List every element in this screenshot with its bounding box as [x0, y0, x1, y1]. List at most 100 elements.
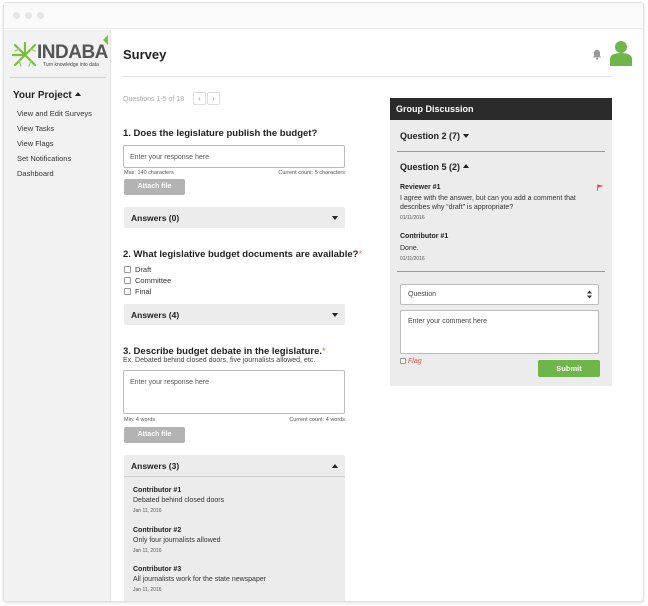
indaba-logo: INDABA Turn knowledge into data — [12, 42, 108, 72]
flag-checkbox[interactable]: Flag — [400, 358, 422, 365]
question-3-hint: Ex. Debated behind closed doors, five jo… — [123, 357, 316, 364]
answer-author: Contributor #1 — [133, 487, 182, 494]
question-3-limit: Min: 4 words — [124, 417, 156, 423]
list-item: Contributor #3 All journalists work for … — [133, 566, 266, 593]
flag-label: Flag — [408, 358, 422, 365]
brand-name: INDABA — [37, 42, 108, 63]
flag-icon[interactable] — [597, 184, 604, 191]
question-3-attach-button[interactable]: Attach file — [124, 427, 185, 443]
question-1-attach-button[interactable]: Attach file — [124, 179, 185, 195]
comment-author: Contributor #1 — [400, 233, 449, 240]
question-1-answers-toggle[interactable]: Answers (0) — [124, 207, 345, 228]
select-arrows-icon — [587, 290, 592, 299]
question-3-response-input[interactable]: Enter your response here — [123, 370, 345, 414]
sidebar-item-view-edit-surveys[interactable]: View and Edit Surveys — [17, 109, 92, 124]
checkbox-icon[interactable] — [400, 358, 406, 364]
list-item: Contributor #1 Debated behind closed doo… — [133, 487, 224, 514]
answer-date: Jan 11, 2016 — [133, 508, 162, 514]
checkbox-icon[interactable] — [124, 266, 131, 273]
pager-next-button[interactable]: › — [207, 92, 220, 105]
page-title: Survey — [123, 47, 167, 62]
window-titlebar — [4, 3, 643, 29]
question-2-title: 2. What legislative budget documents are… — [123, 249, 362, 260]
app-window: INDABA Turn knowledge into data Your Pro… — [3, 2, 644, 602]
sidebar-item-view-tasks[interactable]: View Tasks — [17, 124, 92, 139]
list-item: Contributor #2 Only four journalists all… — [133, 527, 221, 554]
sidebar-item-dashboard[interactable]: Dashboard — [17, 169, 92, 184]
answer-text: All journalists work for the state newsp… — [133, 576, 267, 583]
question-2-title-text: 2. What legislative budget documents are… — [123, 249, 359, 260]
group-discussion-panel: Group Discussion Question 2 (7) Question… — [390, 98, 612, 386]
option-final[interactable]: Final — [124, 287, 151, 296]
comment-text: I agree with the answer, but can you add… — [400, 195, 576, 211]
comment-text: Done. — [400, 245, 419, 252]
chevron-down-icon — [332, 313, 338, 317]
divider — [397, 151, 605, 152]
question-2-answers-label: Answers (4) — [131, 310, 180, 320]
answer-author: Contributor #3 — [133, 566, 182, 573]
option-final-label: Final — [135, 287, 152, 296]
question-select[interactable]: Question — [400, 284, 599, 305]
question-pager-label: Questions 1-5 of 18 — [123, 96, 185, 103]
option-committee-label: Committee — [135, 276, 172, 285]
chevron-down-icon — [332, 216, 338, 220]
checkbox-icon[interactable] — [124, 277, 131, 284]
sidebar-item-view-flags[interactable]: View Flags — [17, 139, 92, 154]
question-3-answers-list: Contributor #1 Debated behind closed doo… — [124, 476, 345, 601]
user-avatar-icon[interactable] — [610, 40, 632, 66]
question-1-title: 1. Does the legislature publish the budg… — [123, 128, 318, 139]
divider — [397, 271, 605, 272]
answer-text: Only four journalists allowed — [133, 537, 221, 544]
question-1-answers-label: Answers (0) — [131, 213, 180, 223]
answer-author: Contributor #2 — [133, 527, 182, 534]
bell-icon[interactable] — [592, 49, 602, 60]
question-1-response-input[interactable]: Enter your response here — [123, 145, 345, 168]
submit-button[interactable]: Submit — [538, 360, 600, 377]
question-2-answers-toggle[interactable]: Answers (4) — [124, 304, 345, 325]
answer-text: Debated behind closed doors — [133, 497, 225, 504]
sidebar-divider — [10, 77, 106, 78]
brand-tagline: Turn knowledge into data — [43, 62, 99, 68]
caret-up-icon — [74, 92, 81, 96]
question-1-placeholder: Enter your response here — [130, 154, 209, 161]
header-divider — [122, 76, 612, 77]
question-3-answers-label: Answers (3) — [131, 461, 180, 471]
comment-input[interactable]: Enter your comment here — [400, 310, 599, 354]
discussion-section-question-2[interactable]: Question 2 (7) — [400, 131, 470, 141]
required-marker: * — [358, 249, 363, 260]
pager-prev-button[interactable]: ‹ — [193, 92, 206, 105]
comment-date: 01/11/2016 — [400, 215, 425, 221]
leaf-logo-icon — [12, 42, 37, 67]
comment-date: 01/11/2016 — [400, 256, 425, 262]
group-discussion-title: Group Discussion — [390, 98, 612, 120]
discussion-section-label: Question 5 (2) — [400, 162, 461, 172]
question-3-answers-toggle[interactable]: Answers (3) — [124, 455, 345, 476]
answer-date: Jan 11, 2016 — [133, 548, 162, 554]
sidebar: INDABA Turn knowledge into data Your Pro… — [4, 30, 111, 601]
window-minimize-dot[interactable] — [25, 12, 32, 19]
required-marker: * — [322, 346, 326, 357]
question-3-placeholder: Enter your response here — [130, 379, 209, 386]
question-select-value: Question — [408, 291, 437, 298]
caret-up-icon — [463, 164, 470, 168]
option-draft-label: Draft — [135, 265, 152, 274]
discussion-section-question-5[interactable]: Question 5 (2) — [400, 162, 470, 172]
sidebar-nav: View and Edit Surveys View Tasks View Fl… — [17, 109, 92, 184]
question-1-limit: Max: 140 characters — [124, 170, 174, 176]
question-3-title: 3. Describe budget debate in the legisla… — [123, 346, 326, 357]
caret-down-icon — [463, 134, 470, 138]
option-committee[interactable]: Committee — [124, 276, 171, 285]
comment-placeholder: Enter your comment here — [408, 318, 487, 325]
option-draft[interactable]: Draft — [124, 265, 151, 274]
discussion-section-label: Question 2 (7) — [400, 131, 461, 141]
project-name: Your Project — [13, 90, 72, 101]
checkbox-icon[interactable] — [124, 288, 131, 295]
window-close-dot[interactable] — [13, 12, 20, 19]
sidebar-item-set-notifications[interactable]: Set Notifications — [17, 154, 92, 169]
window-maximize-dot[interactable] — [37, 12, 44, 19]
project-selector[interactable]: Your Project — [13, 90, 81, 101]
chevron-up-icon — [332, 464, 338, 468]
comment-author: Reviewer #1 — [400, 184, 441, 191]
answer-date: Jan 11, 2016 — [133, 587, 162, 593]
question-3-title-text: 3. Describe budget debate in the legisla… — [123, 346, 323, 357]
